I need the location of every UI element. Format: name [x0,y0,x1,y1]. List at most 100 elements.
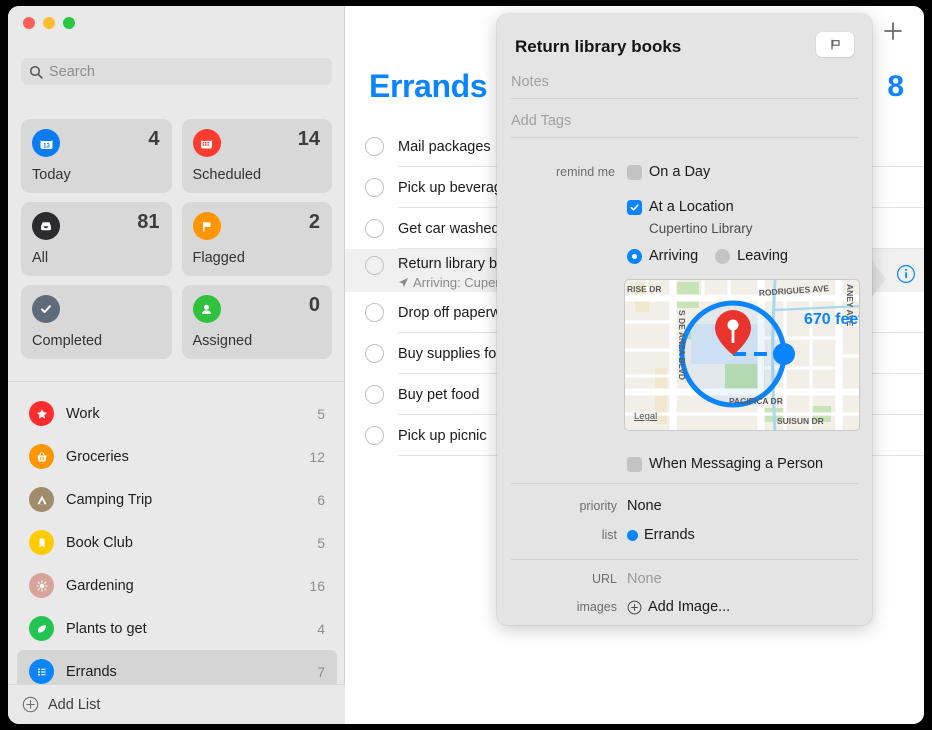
info-icon[interactable] [896,264,916,284]
list-value[interactable]: Errands [644,527,695,543]
sidebar: Search 13 4 Today 14 Scheduled 81 All 2 … [8,6,345,724]
smart-list-label: Assigned [192,333,253,349]
sidebar-item-count: 5 [317,534,325,551]
complete-circle-icon[interactable] [365,303,384,322]
add-list-label: Add List [48,696,101,713]
at-a-location-checkbox[interactable] [627,199,642,215]
smart-list-count: 2 [308,211,320,233]
person-icon [192,295,221,323]
search-input[interactable]: Search [21,58,332,85]
smart-list-today[interactable]: 13 4 Today [21,119,172,193]
notes-field[interactable]: Notes [511,74,858,99]
complete-circle-icon[interactable] [365,137,384,156]
leaving-radio[interactable] [715,248,731,264]
reminder-title: Get car washed [398,220,500,237]
window-controls [23,17,75,29]
smart-list-scheduled[interactable]: 14 Scheduled [181,119,332,193]
smart-list-count: 4 [148,128,160,150]
map-distance-label: 670 feet [804,311,860,328]
reminder-title: Buy supplies for [398,345,502,362]
add-reminder-button[interactable] [882,20,904,42]
search-placeholder: Search [49,63,95,80]
url-label: URL [591,572,617,586]
sidebar-divider [8,381,345,382]
close-button[interactable] [23,17,35,29]
list-color-dot-icon [627,529,638,541]
priority-value[interactable]: None [627,498,662,514]
plus-circle-icon [22,696,39,713]
leaf-icon [29,616,54,641]
smart-list-flagged[interactable]: 2 Flagged [181,202,332,276]
complete-circle-icon[interactable] [365,426,384,445]
complete-circle-icon[interactable] [365,344,384,363]
complete-circle-icon[interactable] [365,385,384,404]
smart-list-label: Scheduled [192,167,262,183]
priority-row: priority None [511,498,662,514]
when-messaging-row: When Messaging a Person [627,456,823,472]
images-row: images Add Image... [511,599,731,615]
zoom-button[interactable] [63,17,75,29]
tags-field[interactable]: Add Tags [511,113,858,138]
popover-title: Return library books [515,37,682,56]
tent-icon [29,487,54,512]
inbox-icon [32,212,60,240]
smart-list-count: 0 [308,294,320,316]
images-label: images [576,600,617,614]
star-icon [29,401,54,426]
popover-divider [511,483,858,484]
on-a-day-checkbox[interactable] [627,164,642,180]
smart-list-completed[interactable]: Completed [21,285,172,359]
minimize-button[interactable] [43,17,55,29]
complete-circle-icon[interactable] [365,178,384,197]
add-image-plus-icon[interactable] [627,600,642,615]
reminder-detail-popover: Return library books Notes Add Tags remi… [497,14,872,625]
sidebar-item-label: Errands [66,663,117,680]
location-arrow-icon [399,278,408,287]
when-messaging-checkbox[interactable] [627,456,642,472]
map-graphic: RISE DR RODRIGUES AVE PACIFICA DR SUISUN… [625,280,859,430]
smart-list-label: Flagged [192,250,245,266]
list-row: list Errands [511,527,695,543]
sidebar-item-plants-to-get[interactable]: Plants to get 4 [17,607,337,650]
location-map[interactable]: RISE DR RODRIGUES AVE PACIFICA DR SUISUN… [624,279,860,431]
sidebar-item-label: Camping Trip [66,491,153,508]
reminder-title: Mail packages [398,138,491,155]
reminder-title: Pick up picnic [398,427,487,444]
flag-button[interactable] [816,32,854,57]
sidebar-item-label: Work [66,405,100,422]
sun-icon [29,573,54,598]
smart-list-label: Completed [32,333,103,349]
arriving-radio[interactable] [627,248,642,264]
smart-list-assigned[interactable]: 0 Assigned [181,285,332,359]
sidebar-item-count: 6 [317,491,325,508]
add-image-label[interactable]: Add Image... [648,599,730,615]
remind-me-label: remind me [555,165,615,179]
reminders-window: Search 13 4 Today 14 Scheduled 81 All 2 … [8,6,924,724]
sidebar-item-book-club[interactable]: Book Club 5 [17,521,337,564]
svg-text:13: 13 [43,143,50,149]
smart-list-all[interactable]: 81 All [21,202,172,276]
sidebar-item-groceries[interactable]: Groceries 12 [17,435,337,478]
calendar-day-icon: 13 [32,129,60,157]
smart-list-count: 81 [137,211,160,233]
sidebar-item-camping-trip[interactable]: Camping Trip 6 [17,478,337,521]
when-messaging-label: When Messaging a Person [649,456,824,472]
complete-circle-icon[interactable] [365,256,384,275]
complete-circle-icon[interactable] [365,219,384,238]
sidebar-item-work[interactable]: Work 5 [17,392,337,435]
url-row: URL None [511,571,662,587]
sidebar-item-label: Groceries [66,448,129,465]
add-list-button[interactable]: Add List [8,684,345,724]
priority-label: priority [579,499,617,513]
url-value[interactable]: None [627,571,662,587]
smart-lists-grid: 13 4 Today 14 Scheduled 81 All 2 Flagged… [21,119,332,359]
popover-divider [511,559,858,560]
sidebar-item-gardening[interactable]: Gardening 16 [17,564,337,607]
flag-icon [830,39,840,50]
basket-icon [29,444,54,469]
location-name[interactable]: Cupertino Library [649,221,753,236]
map-legal-link[interactable]: Legal [632,411,660,422]
reminder-title: Buy pet food [398,386,480,403]
sidebar-item-count: 16 [309,577,325,594]
svg-text:PACIFICA DR: PACIFICA DR [729,396,783,406]
